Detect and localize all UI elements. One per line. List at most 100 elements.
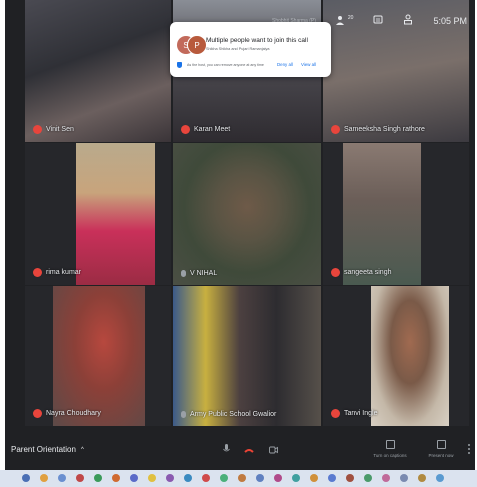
taskbar-app-icon[interactable]: [184, 474, 192, 482]
participant-video: [371, 286, 449, 426]
bottom-bar: Parent Orientation ^ Turn on captions Pr…: [5, 426, 475, 470]
people-button[interactable]: 20: [335, 14, 354, 27]
phone-hangup-icon: [244, 441, 254, 459]
mic-icon: [222, 441, 230, 459]
participant-name: Army Public School Gwalior: [190, 411, 277, 418]
captions-button[interactable]: Turn on captions: [372, 440, 408, 458]
chat-icon: [373, 15, 383, 27]
people-icon: [335, 15, 347, 27]
participant-label: rima kumar: [33, 268, 81, 277]
participant-video: [53, 286, 145, 426]
screen: Vinit Sen Karan Meet Sameeksha Singh rat…: [0, 0, 477, 487]
taskbar-app-icon[interactable]: [166, 474, 174, 482]
avatar-dot: [33, 409, 42, 418]
taskbar-app-icon[interactable]: [274, 474, 282, 482]
participant-name: Karan Meet: [194, 126, 231, 133]
end-call-button[interactable]: [243, 444, 255, 456]
host-note: As the host, you can remove anyone at an…: [187, 63, 264, 67]
participant-label: Army Public School Gwalior: [181, 411, 276, 418]
participant-video: [25, 0, 171, 142]
taskbar: [0, 470, 477, 487]
camera-icon: [268, 441, 278, 459]
participant-video: [343, 143, 421, 285]
participant-name: Tanvi Ingle: [344, 410, 378, 417]
participant-video: [173, 286, 321, 426]
taskbar-app-icon[interactable]: [436, 474, 444, 482]
more-options-icon[interactable]: [468, 444, 470, 454]
participants-count: 20: [347, 14, 354, 21]
taskbar-app-icon[interactable]: [220, 474, 228, 482]
requester-avatar: P: [187, 35, 207, 55]
captions-icon: [385, 440, 395, 449]
video-tile[interactable]: V NIHAL: [173, 143, 321, 285]
taskbar-app-icon[interactable]: [148, 474, 156, 482]
present-icon: [436, 440, 446, 449]
taskbar-app-icon[interactable]: [76, 474, 84, 482]
shield-icon: [177, 62, 182, 68]
meeting-details[interactable]: Parent Orientation ^: [11, 445, 84, 454]
shapes-icon: [403, 14, 413, 27]
avatar-dot: [181, 125, 190, 134]
video-tile[interactable]: Tanvi Ingle: [323, 286, 469, 426]
participant-label: Vinit Sen: [33, 125, 74, 134]
clock-time: 5:05 PM: [433, 15, 467, 26]
join-request-popup: S P Multiple people want to join this ca…: [170, 22, 331, 77]
participant-name: Vinit Sen: [46, 126, 74, 133]
taskbar-app-icon[interactable]: [94, 474, 102, 482]
taskbar-app-icon[interactable]: [328, 474, 336, 482]
present-label: Present now: [428, 453, 454, 458]
chat-button[interactable]: [373, 15, 383, 27]
video-tile[interactable]: Army Public School Gwalior: [173, 286, 321, 426]
taskbar-app-icon[interactable]: [346, 474, 354, 482]
mic-button[interactable]: [220, 444, 232, 456]
taskbar-app-icon[interactable]: [418, 474, 426, 482]
participant-video: [76, 143, 155, 285]
present-button[interactable]: Present now: [423, 440, 459, 458]
taskbar-app-icon[interactable]: [292, 474, 300, 482]
taskbar-app-icon[interactable]: [256, 474, 264, 482]
meet-window: Vinit Sen Karan Meet Sameeksha Singh rat…: [5, 0, 475, 470]
participant-name: V NIHAL: [190, 270, 218, 277]
taskbar-app-icon[interactable]: [238, 474, 246, 482]
participant-name: Nayra Choudhary: [46, 410, 101, 417]
video-tile[interactable]: Vinit Sen: [25, 0, 171, 142]
video-tile[interactable]: rima kumar: [25, 143, 171, 285]
deny-all-button[interactable]: Deny all: [277, 62, 293, 67]
taskbar-app-icon[interactable]: [40, 474, 48, 482]
participant-label: Tanvi Ingle: [331, 409, 377, 418]
participant-label: Sameeksha Singh rathore: [331, 125, 425, 134]
mic-off-icon: [181, 411, 186, 418]
taskbar-app-icon[interactable]: [202, 474, 210, 482]
avatar-dot: [331, 409, 340, 418]
meeting-name: Parent Orientation: [11, 445, 76, 454]
captions-label: Turn on captions: [373, 453, 407, 458]
participant-name: sangeeta singh: [344, 269, 392, 276]
mic-off-icon: [181, 270, 186, 277]
participant-name: Sameeksha Singh rathore: [344, 126, 425, 133]
avatar-dot: [33, 125, 42, 134]
popup-title: Multiple people want to join this call: [206, 37, 308, 44]
participant-label: Nayra Choudhary: [33, 409, 101, 418]
participant-video: [173, 143, 321, 285]
participant-name: rima kumar: [46, 269, 82, 276]
taskbar-app-icon[interactable]: [400, 474, 408, 482]
participant-label: V NIHAL: [181, 270, 217, 277]
taskbar-app-icon[interactable]: [22, 474, 30, 482]
video-tile[interactable]: Nayra Choudhary: [25, 286, 171, 426]
taskbar-app-icon[interactable]: [364, 474, 372, 482]
avatar-dot: [331, 268, 340, 277]
video-tile[interactable]: sangeeta singh: [323, 143, 469, 285]
participant-label: sangeeta singh: [331, 268, 391, 277]
view-all-button[interactable]: View all: [301, 62, 316, 67]
taskbar-app-icon[interactable]: [382, 474, 390, 482]
taskbar-app-icon[interactable]: [58, 474, 66, 482]
camera-button[interactable]: [267, 444, 279, 456]
avatar-dot: [331, 125, 340, 134]
taskbar-app-icon[interactable]: [310, 474, 318, 482]
chevron-up-icon: ^: [80, 446, 84, 453]
participant-label: Karan Meet: [181, 125, 230, 134]
taskbar-app-icon[interactable]: [130, 474, 138, 482]
popup-subtitle: Shikha Shikha and Pujari Ramanjaiya: [206, 47, 270, 51]
taskbar-app-icon[interactable]: [112, 474, 120, 482]
activities-button[interactable]: [403, 14, 413, 27]
